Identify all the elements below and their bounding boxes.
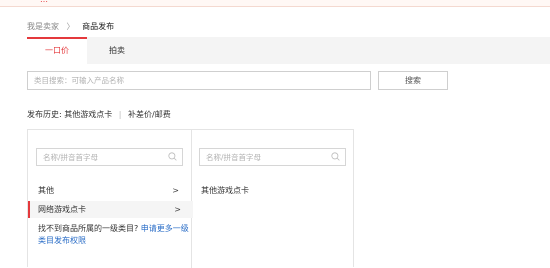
category-item-label: 其他 <box>38 186 54 195</box>
history-item[interactable]: 补差价/邮费 <box>128 110 171 119</box>
notice-message: … <box>40 0 48 4</box>
publish-history: 发布历史: 其他游戏点卡 | 补差价/邮费 <box>27 109 171 120</box>
breadcrumb-current: 商品发布 <box>82 22 115 31</box>
search-button[interactable]: 搜索 <box>378 71 448 90</box>
category-item-other[interactable]: 其他 > <box>28 182 191 199</box>
notice-bar: … <box>0 0 550 7</box>
category-selector: 其他 > 网络游戏点卡 > 找不到商品所属的一级类目? 申请更多一级类目发布权限… <box>27 129 354 268</box>
tab-auction[interactable]: 拍卖 <box>87 37 147 64</box>
category-column-level2: 其他游戏点卡 <box>191 130 354 268</box>
level1-search-field <box>36 148 183 166</box>
listing-type-tabs: 一口价 拍卖 <box>27 37 550 64</box>
level1-search-input[interactable] <box>37 149 163 165</box>
missing-category-text: 找不到商品所属的一级类目? <box>38 224 139 233</box>
category-search-input[interactable] <box>27 71 371 90</box>
history-label: 发布历史: <box>27 110 62 119</box>
chevron-right-icon: > <box>172 186 179 195</box>
tab-fixed-price[interactable]: 一口价 <box>27 37 87 64</box>
category-item-label: 其他游戏点卡 <box>201 186 249 195</box>
notice-text: … <box>40 0 48 6</box>
breadcrumb-seller[interactable]: 我是卖家 <box>27 22 59 31</box>
breadcrumb-separator: 〉 <box>66 22 75 31</box>
history-item[interactable]: 其他游戏点卡 <box>64 110 112 119</box>
level2-search-field <box>199 148 346 166</box>
level2-search-input[interactable] <box>200 149 326 165</box>
search-icon[interactable] <box>331 152 340 161</box>
history-separator: | <box>118 110 122 119</box>
category-item-game-cards[interactable]: 网络游戏点卡 > <box>28 201 193 218</box>
chevron-right-icon: > <box>174 205 181 214</box>
category-column-level1: 其他 > 网络游戏点卡 > 找不到商品所属的一级类目? 申请更多一级类目发布权限 <box>28 130 193 268</box>
breadcrumb: 我是卖家 〉 商品发布 <box>27 21 114 32</box>
category-item-other-game-cards[interactable]: 其他游戏点卡 <box>191 182 354 199</box>
request-category-note: 找不到商品所属的一级类目? 申请更多一级类目发布权限 <box>38 223 193 247</box>
category-item-label: 网络游戏点卡 <box>38 205 86 214</box>
search-icon[interactable] <box>168 152 177 161</box>
